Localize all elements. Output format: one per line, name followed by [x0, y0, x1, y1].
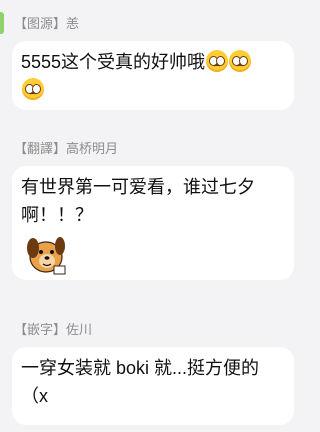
message-line: 5555这个受真的好帅哦 [21, 52, 206, 72]
message-text[interactable]: 有世界第一可爱看，谁过七夕 啊！！？ [21, 173, 286, 229]
message-2: 【翻譯】高桥明月 有世界第一可爱看，谁过七夕 啊！！？ [0, 130, 303, 290]
message-line: 啊！！？ [21, 205, 93, 225]
message-bubble[interactable]: 有世界第一可爱看，谁过七夕 啊！！？ [12, 166, 294, 280]
message-text[interactable]: 5555这个受真的好帅哦 [21, 48, 286, 104]
message-line: （x [21, 386, 48, 406]
sender-name[interactable]: 【嵌字】佐川 [14, 319, 92, 338]
sender-name[interactable]: 【翻譯】高桥明月 [14, 138, 118, 157]
message-line: 一穿女装就 boki 就...挺方便的 [21, 358, 260, 378]
message-line: 有世界第一可爱看，谁过七夕 [21, 177, 255, 197]
pleading-face-icon [206, 50, 229, 72]
message-1: 【图源】恙 5555这个受真的好帅哦 [0, 0, 303, 120]
message-text[interactable]: 一穿女装就 boki 就...挺方便的 （x [21, 354, 286, 410]
message-3: 【嵌字】佐川 一穿女装就 boki 就...挺方便的 （x [0, 310, 303, 432]
message-bubble[interactable]: 5555这个受真的好帅哦 [12, 41, 294, 110]
pleading-face-icon [22, 78, 44, 100]
pleading-face-icon [229, 50, 252, 72]
cartoon-dog-sticker-icon [24, 230, 70, 276]
message-bubble[interactable]: 一穿女装就 boki 就...挺方便的 （x [12, 347, 294, 425]
sender-name[interactable]: 【图源】恙 [14, 13, 79, 32]
avatar-strip [0, 12, 4, 34]
